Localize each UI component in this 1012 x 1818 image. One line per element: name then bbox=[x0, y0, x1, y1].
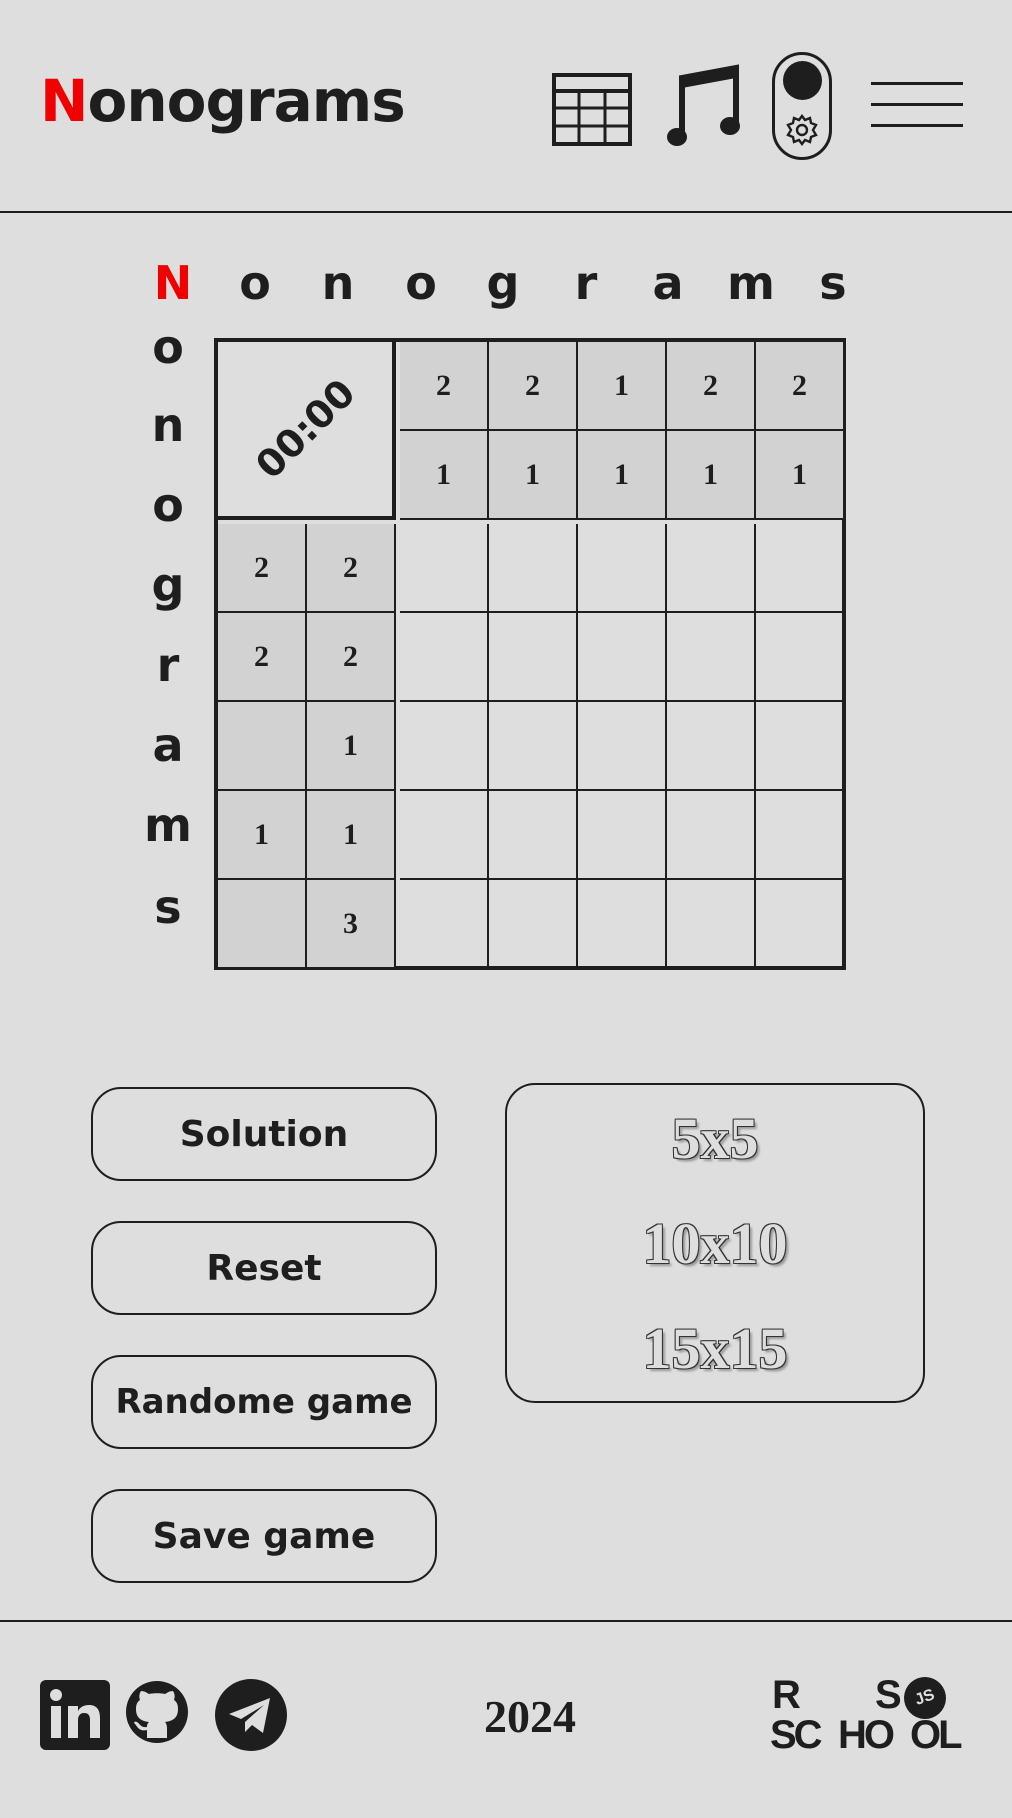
grid-cell[interactable] bbox=[756, 880, 845, 969]
row-clue bbox=[218, 702, 307, 791]
grid-cell[interactable] bbox=[667, 791, 756, 880]
grid-cell[interactable] bbox=[578, 524, 667, 613]
title-letter: g bbox=[486, 256, 520, 310]
grid-cell[interactable] bbox=[400, 524, 489, 613]
grid-cell[interactable] bbox=[400, 613, 489, 702]
row-clues: 22221113 bbox=[218, 524, 396, 969]
grid-cell[interactable] bbox=[756, 524, 845, 613]
row-clue: 3 bbox=[307, 880, 396, 969]
title-letter: r bbox=[156, 638, 180, 692]
rs-logo-r: R bbox=[772, 1673, 801, 1717]
row-clue: 2 bbox=[307, 613, 396, 702]
reset-button[interactable]: Reset bbox=[91, 1221, 437, 1315]
grid-cell[interactable] bbox=[400, 702, 489, 791]
play-grid bbox=[400, 524, 845, 969]
rs-logo-s: S bbox=[875, 1673, 902, 1717]
grid-cell[interactable] bbox=[578, 880, 667, 969]
save-game-button[interactable]: Save game bbox=[91, 1489, 437, 1583]
grid-cell[interactable] bbox=[667, 613, 756, 702]
theme-toggle[interactable] bbox=[772, 52, 832, 160]
grid-cell[interactable] bbox=[756, 613, 845, 702]
telegram-icon[interactable] bbox=[214, 1678, 288, 1752]
grid-cell[interactable] bbox=[667, 524, 756, 613]
row-clue bbox=[218, 880, 307, 969]
title-letter: r bbox=[574, 256, 598, 310]
title-letter: n bbox=[321, 256, 355, 310]
timer-text: 00:00 bbox=[246, 370, 364, 488]
grid-cell[interactable] bbox=[489, 524, 578, 613]
title-letter: s bbox=[154, 880, 182, 934]
grid-cell[interactable] bbox=[489, 613, 578, 702]
size-option-10x10[interactable]: 10x10 bbox=[507, 1210, 923, 1277]
title-letter: a bbox=[652, 256, 684, 310]
grid-cell[interactable] bbox=[578, 791, 667, 880]
app-footer: 2024 R S SC HO OL JS bbox=[0, 1620, 1012, 1818]
title-letter: g bbox=[151, 558, 185, 612]
grid-cell[interactable] bbox=[756, 702, 845, 791]
row-clue: 1 bbox=[307, 702, 396, 791]
logo-text: onograms bbox=[87, 67, 406, 135]
row-clue: 1 bbox=[218, 791, 307, 880]
column-clue: 1 bbox=[578, 342, 667, 431]
logo[interactable]: Nonograms bbox=[40, 66, 406, 136]
footer-year: 2024 bbox=[484, 1691, 576, 1742]
column-clue: 1 bbox=[400, 431, 489, 520]
gear-icon bbox=[786, 114, 818, 146]
column-clues: 2121112121 bbox=[400, 342, 845, 520]
rs-school-logo[interactable]: R S SC HO OL JS bbox=[770, 1671, 976, 1757]
rs-logo-school-part: SC bbox=[770, 1713, 823, 1757]
random-game-button[interactable]: Randome game bbox=[91, 1355, 437, 1449]
row-clue: 2 bbox=[307, 524, 396, 613]
column-clue: 1 bbox=[578, 431, 667, 520]
logo-initial: N bbox=[40, 67, 89, 135]
row-clue: 2 bbox=[218, 524, 307, 613]
column-clue: 1 bbox=[756, 431, 845, 520]
column-clue: 2 bbox=[667, 342, 756, 431]
title-letter: m bbox=[727, 256, 775, 310]
column-clue: 1 bbox=[489, 431, 578, 520]
grid-cell[interactable] bbox=[400, 791, 489, 880]
game-board: 00:00 2121112121 22221113 bbox=[214, 338, 846, 970]
title-letter: o bbox=[405, 256, 437, 310]
toggle-knob bbox=[783, 61, 822, 100]
column-clue: 1 bbox=[667, 431, 756, 520]
solution-button[interactable]: Solution bbox=[91, 1087, 437, 1181]
size-option-15x15[interactable]: 15x15 bbox=[507, 1315, 923, 1382]
column-clue: 2 bbox=[756, 342, 845, 431]
title-letter: o bbox=[152, 320, 184, 374]
music-icon[interactable] bbox=[666, 64, 742, 150]
github-icon[interactable] bbox=[123, 1678, 197, 1752]
grid-cell[interactable] bbox=[756, 791, 845, 880]
grid-cell[interactable] bbox=[578, 702, 667, 791]
title-letters-top: N o n o g r a m s bbox=[148, 256, 868, 316]
size-option-5x5[interactable]: 5x5 bbox=[507, 1105, 923, 1172]
app-header: Nonograms bbox=[0, 0, 1012, 213]
title-letter: n bbox=[151, 398, 185, 452]
grid-cell[interactable] bbox=[489, 791, 578, 880]
grid-cell[interactable] bbox=[489, 880, 578, 969]
row-clue: 2 bbox=[218, 613, 307, 702]
title-letter: a bbox=[152, 718, 184, 772]
title-letters-side: o n o g r a m s bbox=[140, 320, 200, 960]
rs-logo-school-part: OL bbox=[910, 1713, 963, 1757]
table-icon[interactable] bbox=[552, 73, 632, 146]
grid-cell[interactable] bbox=[400, 880, 489, 969]
menu-icon[interactable] bbox=[871, 82, 963, 128]
linkedin-icon[interactable] bbox=[38, 1678, 112, 1752]
grid-cell[interactable] bbox=[667, 702, 756, 791]
title-letter: o bbox=[239, 256, 271, 310]
row-clue: 1 bbox=[307, 791, 396, 880]
grid-cell[interactable] bbox=[667, 880, 756, 969]
grid-cell[interactable] bbox=[489, 702, 578, 791]
title-letter: s bbox=[819, 256, 847, 310]
title-letter: N bbox=[153, 256, 193, 310]
column-clue: 2 bbox=[400, 342, 489, 431]
timer: 00:00 bbox=[218, 342, 396, 520]
column-clue: 2 bbox=[489, 342, 578, 431]
size-selector: 5x5 10x10 15x15 bbox=[505, 1083, 925, 1403]
title-letter: o bbox=[152, 478, 184, 532]
title-letter: m bbox=[144, 798, 192, 852]
rs-logo-school-part: HO bbox=[838, 1713, 895, 1757]
grid-cell[interactable] bbox=[578, 613, 667, 702]
